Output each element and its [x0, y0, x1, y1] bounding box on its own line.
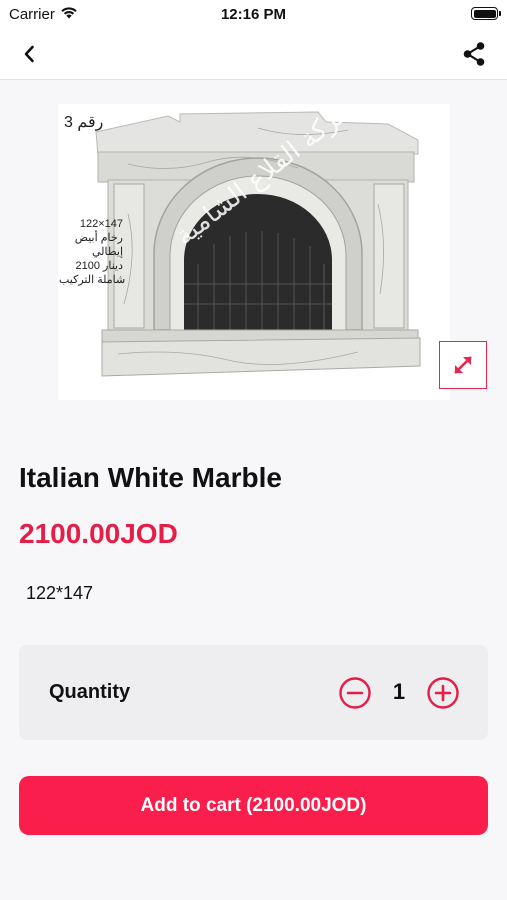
product-description: 122*147	[26, 583, 94, 603]
share-icon	[463, 42, 485, 66]
image-side-text: 122×147 رخام أبيض إيطالي 2100 دينار شامل…	[59, 217, 126, 287]
product-title: Italian White Marble	[19, 462, 282, 493]
quantity-label: Quantity	[49, 681, 131, 703]
product-image[interactable]: رقم 3 122×147 رخام أبيض إيطالي 2100 دينا…	[58, 104, 450, 400]
image-side-line: إيطالي	[91, 246, 123, 258]
image-side-line: 122×147	[79, 218, 123, 230]
minus-circle-icon	[339, 677, 371, 709]
add-to-cart-label: Add to cart (2100.00JOD)	[140, 794, 367, 816]
plus-circle-icon	[427, 677, 459, 709]
image-side-line: شاملة التركيب	[59, 274, 126, 286]
chevron-left-icon	[24, 45, 34, 63]
decrease-quantity-button[interactable]	[339, 677, 371, 709]
image-side-line: 2100 دينار	[75, 260, 123, 272]
product-price: 2100.00JOD	[19, 518, 178, 549]
status-bar: Carrier 12:16 PM	[0, 0, 507, 28]
quantity-card: Quantity 1	[19, 645, 488, 740]
share-button[interactable]	[459, 39, 489, 69]
image-side-line: رخام أبيض	[74, 232, 123, 244]
expand-arrows-icon	[454, 356, 472, 374]
clock: 12:16 PM	[220, 6, 287, 23]
expand-image-button[interactable]	[439, 341, 487, 389]
battery-icon	[471, 7, 501, 20]
quantity-value: 1	[392, 679, 406, 704]
image-caption-number: رقم 3	[64, 114, 104, 131]
add-to-cart-button[interactable]: Add to cart (2100.00JOD)	[19, 776, 488, 835]
back-button[interactable]	[14, 40, 44, 68]
nav-bar	[0, 28, 507, 80]
increase-quantity-button[interactable]	[427, 677, 459, 709]
